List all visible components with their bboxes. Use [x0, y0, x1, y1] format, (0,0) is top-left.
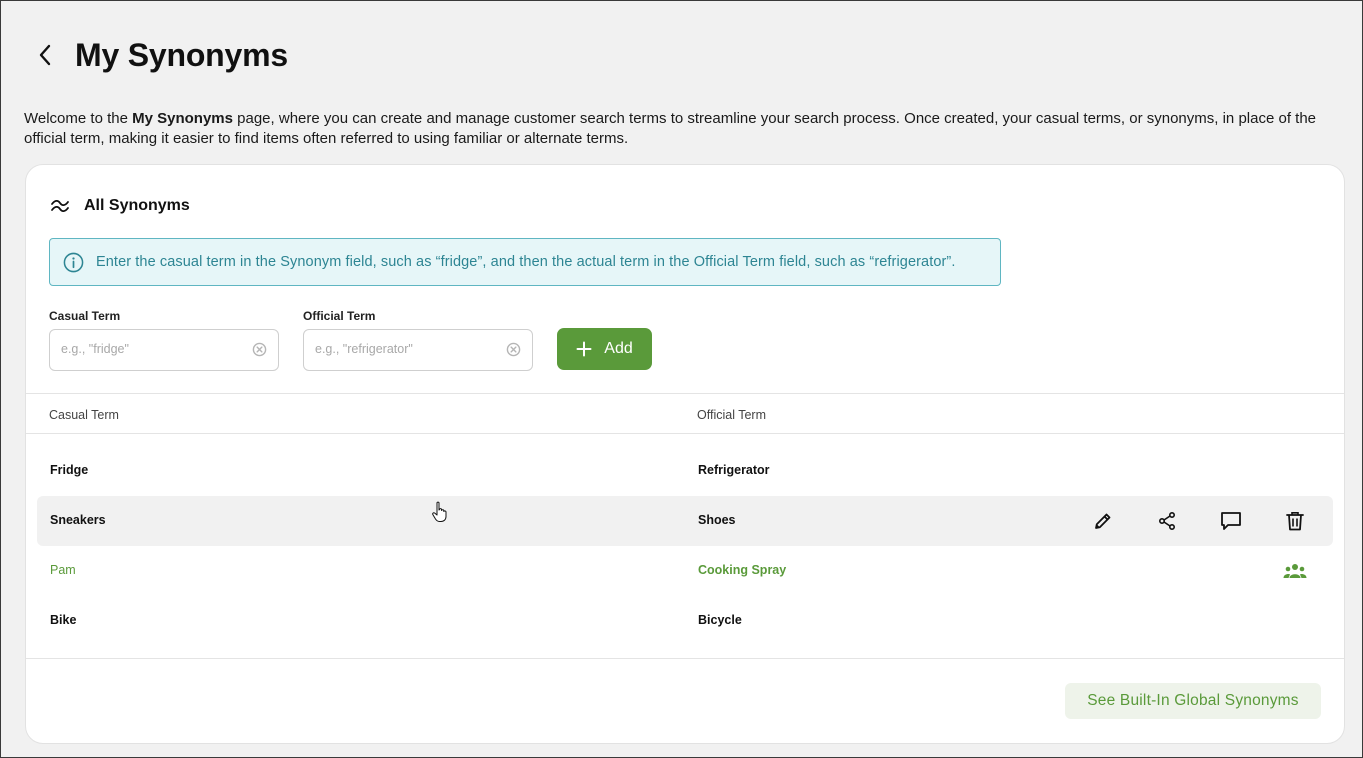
table-row[interactable]: Pam Cooking Spray: [37, 546, 1333, 596]
trash-icon: [1286, 512, 1304, 531]
plus-icon: [576, 341, 592, 357]
official-term-input[interactable]: [315, 330, 505, 368]
edit-button[interactable]: [1091, 509, 1115, 533]
casual-term-field: Casual Term: [49, 309, 279, 371]
clear-icon[interactable]: [252, 342, 267, 357]
add-button-label: Add: [604, 340, 633, 357]
casual-term-cell: Fridge: [50, 463, 89, 477]
approx-icon: [51, 199, 69, 213]
official-term-cell: Shoes: [698, 513, 736, 527]
global-synonym-indicator: [1283, 559, 1307, 583]
share-icon: [1158, 511, 1176, 531]
intro-bold: My Synonyms: [132, 110, 233, 127]
delete-button[interactable]: [1283, 509, 1307, 533]
divider: [26, 393, 1344, 394]
info-icon: [63, 252, 84, 272]
table-row[interactable]: Sneakers Shoes: [37, 496, 1333, 546]
info-text: Enter the casual term in the Synonym fie…: [96, 254, 956, 270]
comment-icon: [1221, 512, 1241, 530]
share-button[interactable]: [1155, 509, 1179, 533]
official-term-input-wrap: [303, 329, 533, 371]
column-header-official: Official Term: [697, 408, 767, 422]
divider: [26, 433, 1344, 434]
official-term-field: Official Term: [303, 309, 533, 371]
card-title: All Synonyms: [50, 197, 190, 215]
casual-term-cell: Pam: [50, 563, 76, 577]
page-title: My Synonyms: [75, 36, 288, 73]
casual-term-label: Casual Term: [49, 309, 121, 323]
add-button[interactable]: Add: [557, 328, 652, 370]
see-global-synonyms-button[interactable]: See Built-In Global Synonyms: [1065, 683, 1321, 719]
page-header: My Synonyms: [31, 35, 288, 75]
table-row[interactable]: Fridge Refrigerator: [37, 446, 1333, 496]
casual-term-input[interactable]: [61, 330, 251, 368]
intro-text: Welcome to the My Synonyms page, where y…: [24, 109, 1344, 149]
group-icon: [1283, 564, 1307, 578]
official-term-cell: Bicycle: [698, 613, 742, 627]
column-header-casual: Casual Term: [49, 408, 119, 422]
back-button[interactable]: [31, 35, 59, 75]
comment-button[interactable]: [1219, 509, 1243, 533]
synonyms-card: All Synonyms Enter the casual term in th…: [25, 164, 1345, 744]
chevron-left-icon: [39, 44, 51, 66]
official-term-label: Official Term: [303, 309, 376, 323]
casual-term-input-wrap: [49, 329, 279, 371]
table-row[interactable]: Bike Bicycle: [37, 596, 1333, 646]
pencil-icon: [1095, 513, 1111, 529]
casual-term-cell: Sneakers: [50, 513, 106, 527]
casual-term-cell: Bike: [50, 613, 77, 627]
official-term-cell: Refrigerator: [698, 463, 770, 477]
intro-prefix: Welcome to the: [24, 110, 133, 127]
clear-icon[interactable]: [506, 342, 521, 357]
info-banner: Enter the casual term in the Synonym fie…: [49, 238, 1001, 286]
official-term-cell: Cooking Spray: [698, 563, 787, 577]
card-title-text: All Synonyms: [84, 197, 190, 214]
divider: [26, 658, 1344, 659]
